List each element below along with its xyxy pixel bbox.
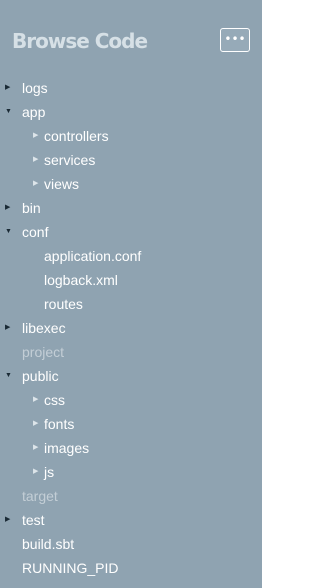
arrow-down-icon[interactable]: ▼: [5, 364, 15, 388]
tree-item-label: conf: [22, 224, 49, 240]
tree-item-label: views: [44, 176, 80, 192]
arrow-down-icon[interactable]: ▼: [5, 100, 15, 124]
tree-item-application-conf[interactable]: application.conf: [0, 244, 262, 268]
tree-item-build-sbt[interactable]: build.sbt: [0, 532, 262, 556]
tree-item-project[interactable]: project: [0, 340, 262, 364]
tree-item-label: application.conf: [44, 248, 142, 264]
tree-item-controllers[interactable]: ▶ controllers: [0, 124, 262, 148]
arrow-down-icon[interactable]: ▼: [5, 220, 15, 244]
tree-item-logback-xml[interactable]: logback.xml: [0, 268, 262, 292]
tree-item-js[interactable]: ▶ js: [0, 460, 262, 484]
arrow-right-icon[interactable]: ▶: [5, 316, 15, 340]
tree-item-label: routes: [44, 296, 83, 312]
tree-item-label: public: [22, 368, 59, 384]
tree-item-label: target: [22, 488, 58, 504]
tree-item-label: test: [22, 512, 45, 528]
panel-title: Browse Code: [12, 29, 148, 53]
tree-item-fonts[interactable]: ▶ fonts: [0, 412, 262, 436]
tree-item-app[interactable]: ▼ app: [0, 100, 262, 124]
panel-edge: [262, 0, 265, 588]
tree-item-logs[interactable]: ▶ logs: [0, 76, 262, 100]
tree-item-libexec[interactable]: ▶ libexec: [0, 316, 262, 340]
tree-item-label: controllers: [44, 128, 109, 144]
arrow-right-icon[interactable]: ▶: [5, 508, 15, 532]
tree-item-conf[interactable]: ▼ conf: [0, 220, 262, 244]
tree-item-test[interactable]: ▶ test: [0, 508, 262, 532]
tree-item-views[interactable]: ▶ views: [0, 172, 262, 196]
tree-item-services[interactable]: ▶ services: [0, 148, 262, 172]
tree-item-label: css: [44, 392, 65, 408]
tree-item-label: logs: [22, 80, 48, 96]
tree-item-label: project: [22, 344, 65, 360]
arrow-right-icon[interactable]: ▶: [33, 412, 43, 436]
tree-item-label: js: [44, 464, 55, 480]
tree-item-label: fonts: [44, 416, 75, 432]
tree-item-running-pid[interactable]: RUNNING_PID: [0, 556, 262, 580]
more-options-button[interactable]: •••: [220, 28, 250, 52]
arrow-right-icon[interactable]: ▶: [33, 436, 43, 460]
arrow-right-icon[interactable]: ▶: [5, 76, 15, 100]
tree-item-label: services: [44, 152, 96, 168]
panel-header: Browse Code •••: [0, 0, 262, 72]
tree-item-label: bin: [22, 200, 41, 216]
arrow-right-icon[interactable]: ▶: [33, 460, 43, 484]
file-tree: ▶ logs ▼ app ▶ controllers ▶ services ▶ …: [0, 76, 262, 580]
tree-item-label: RUNNING_PID: [22, 560, 119, 576]
tree-item-label: logback.xml: [44, 272, 118, 288]
tree-item-images[interactable]: ▶ images: [0, 436, 262, 460]
tree-item-css[interactable]: ▶ css: [0, 388, 262, 412]
tree-item-bin[interactable]: ▶ bin: [0, 196, 262, 220]
browse-code-panel: Browse Code ••• ▶ logs ▼ app ▶ controlle…: [0, 0, 262, 588]
tree-item-public[interactable]: ▼ public: [0, 364, 262, 388]
arrow-right-icon[interactable]: ▶: [33, 124, 43, 148]
tree-item-label: libexec: [22, 320, 66, 336]
arrow-right-icon[interactable]: ▶: [33, 172, 43, 196]
tree-item-label: app: [22, 104, 46, 120]
arrow-right-icon[interactable]: ▶: [33, 148, 43, 172]
tree-item-target[interactable]: target: [0, 484, 262, 508]
tree-item-label: images: [44, 440, 90, 456]
tree-item-routes[interactable]: routes: [0, 292, 262, 316]
tree-item-label: build.sbt: [22, 536, 75, 552]
arrow-right-icon[interactable]: ▶: [5, 196, 15, 220]
arrow-right-icon[interactable]: ▶: [33, 388, 43, 412]
